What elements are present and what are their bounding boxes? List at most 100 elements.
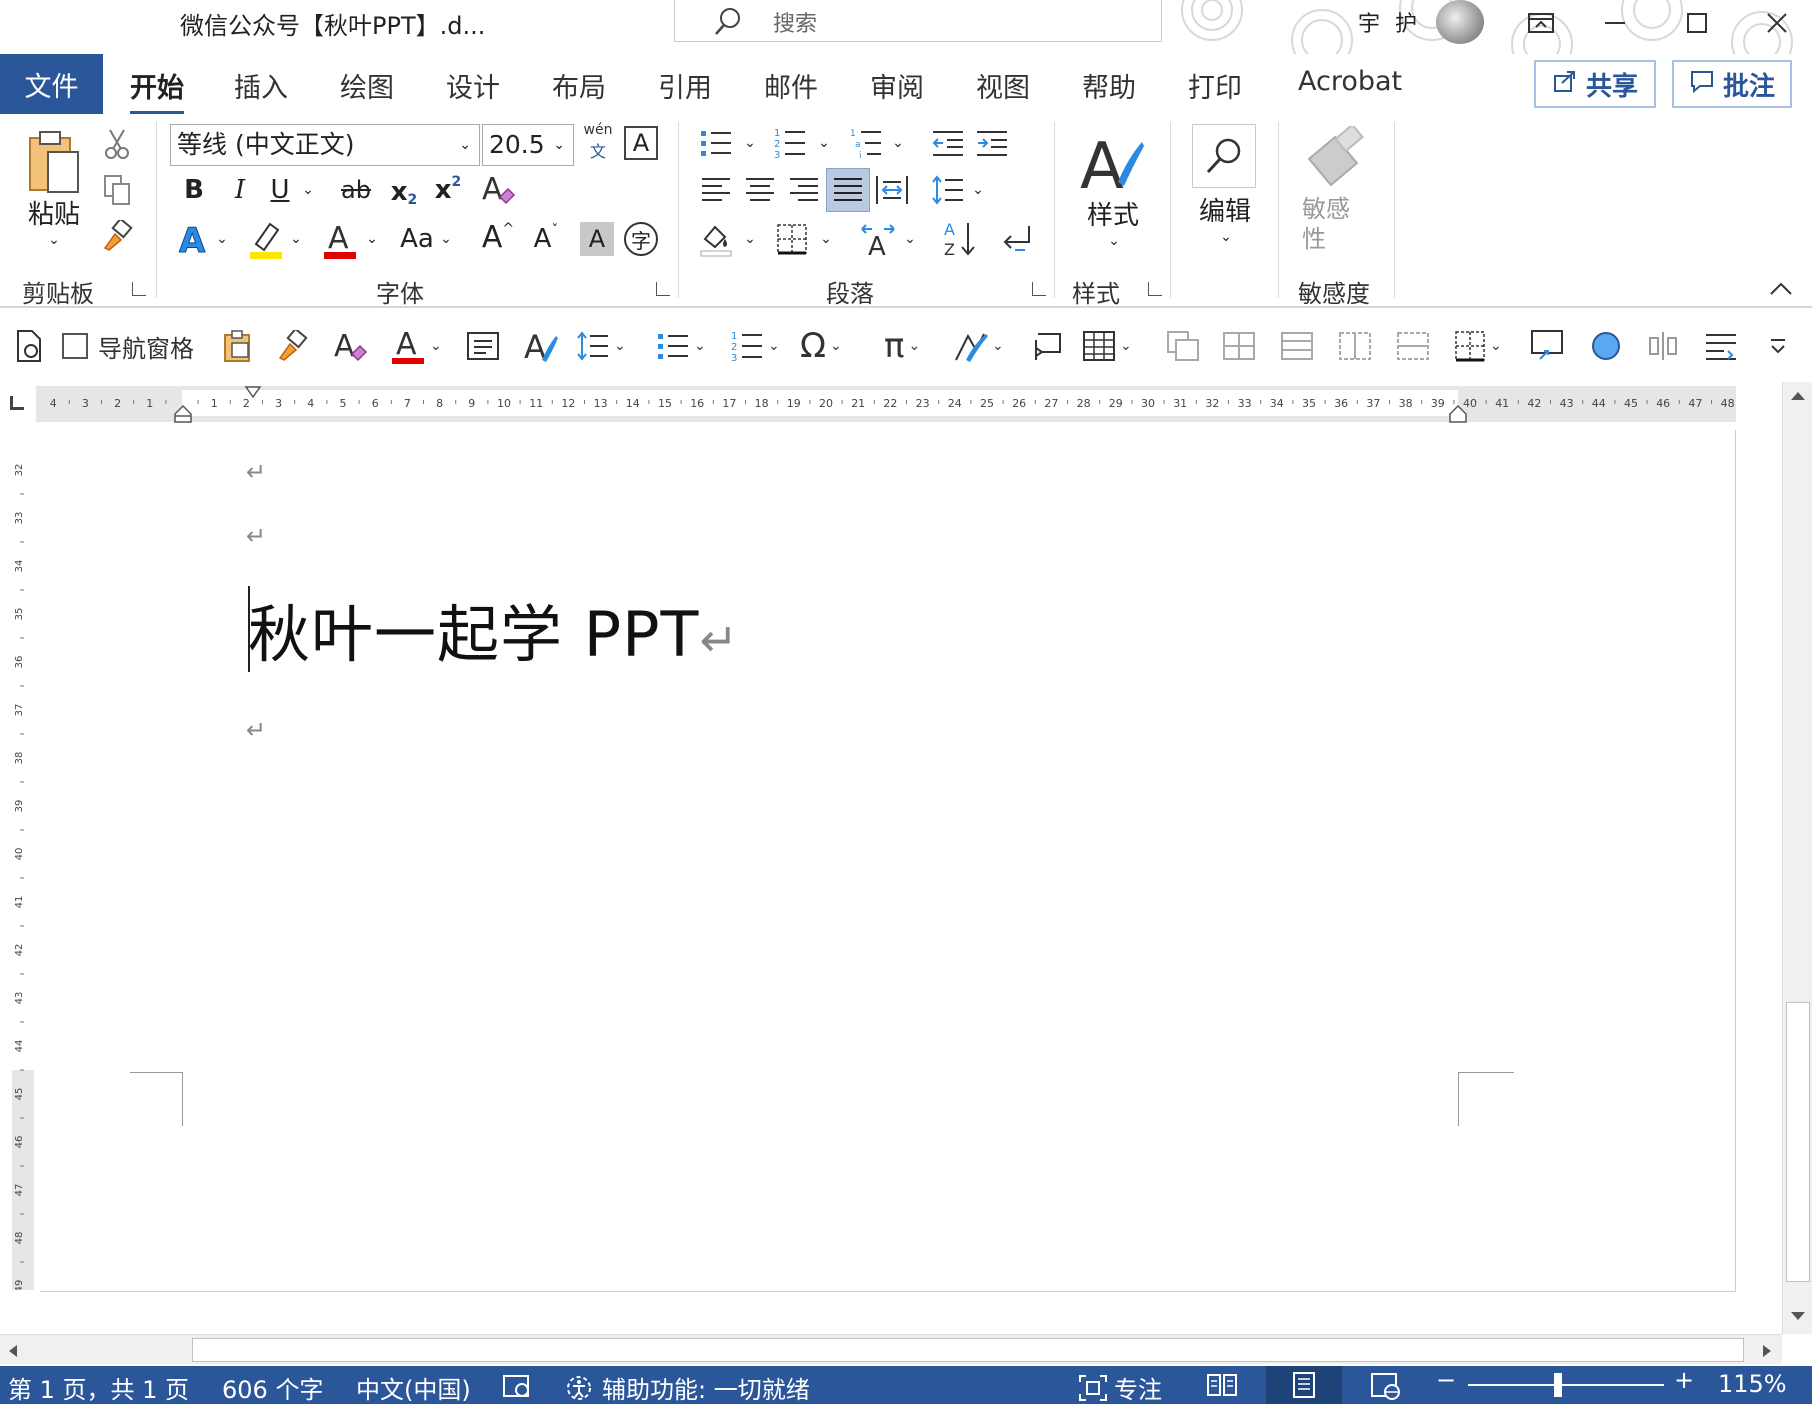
styles-launcher-icon[interactable] xyxy=(1148,282,1162,296)
text-effects-dropdown-icon[interactable]: ⌄ xyxy=(212,218,232,260)
shading-dropdown-icon[interactable]: ⌄ xyxy=(740,218,760,260)
underline-button[interactable]: U xyxy=(264,170,296,210)
enclose-characters-button[interactable]: 字 xyxy=(624,222,658,256)
tab-review[interactable]: 审阅 xyxy=(870,66,924,105)
tab-acrobat[interactable]: Acrobat xyxy=(1298,66,1402,97)
justify-icon[interactable] xyxy=(826,168,870,212)
zoom-out-button[interactable]: − xyxy=(1436,1366,1456,1394)
tab-mailings[interactable]: 邮件 xyxy=(764,66,818,105)
tab-print[interactable]: 打印 xyxy=(1188,66,1242,105)
multilevel-list-icon[interactable]: 1ai xyxy=(846,124,886,162)
align-left-icon[interactable] xyxy=(696,170,736,210)
vertical-ruler[interactable]: 32 33 34 35 36 37 38 39 40 41 42 43 44 45 46 47 48 49 xyxy=(8,430,36,1290)
accessibility-status[interactable]: 辅助功能: 一切就绪 xyxy=(564,1370,810,1404)
borders-dropdown-icon[interactable]: ⌄ xyxy=(816,218,836,260)
right-indent-icon[interactable] xyxy=(1448,404,1468,428)
read-mode-icon[interactable] xyxy=(1206,1372,1238,1404)
grow-font-button[interactable]: A ^ xyxy=(478,216,518,258)
tab-insert[interactable]: 插入 xyxy=(234,66,288,105)
align-center-icon[interactable] xyxy=(740,170,780,210)
word-count[interactable]: 606 个字 xyxy=(222,1370,323,1404)
page-count[interactable]: 第 1 页，共 1 页 xyxy=(8,1370,189,1404)
numbering-icon[interactable]: 123 ⌄ xyxy=(730,328,780,364)
equation-icon[interactable]: π ⌄ xyxy=(884,326,920,366)
document-properties-icon[interactable] xyxy=(14,328,44,364)
align-right-icon[interactable] xyxy=(784,170,824,210)
paragraph-mark[interactable]: ↵ xyxy=(246,716,266,744)
character-border-button[interactable]: A xyxy=(624,126,658,160)
horizontal-scrollbar[interactable] xyxy=(0,1334,1782,1364)
caption-icon[interactable] xyxy=(1032,328,1064,364)
shading-icon[interactable] xyxy=(696,218,736,260)
find-icon[interactable] xyxy=(1192,124,1256,188)
tab-selector-icon[interactable] xyxy=(10,396,24,410)
font-launcher-icon[interactable] xyxy=(656,282,670,296)
scroll-down-icon[interactable] xyxy=(1789,1308,1807,1327)
asian-layout-icon[interactable]: A xyxy=(856,218,900,260)
clear-formatting-icon[interactable]: A xyxy=(478,168,518,210)
nav-pane-checkbox[interactable]: 导航窗格 xyxy=(62,328,194,364)
italic-button[interactable]: I xyxy=(224,170,256,210)
phonetic-guide-button[interactable]: wén 文 xyxy=(578,120,618,164)
symbol-icon[interactable]: Ω ⌄ xyxy=(800,326,842,366)
table-icon[interactable]: ⌄ xyxy=(1082,328,1132,364)
web-layout-icon[interactable] xyxy=(1370,1372,1402,1404)
avatar[interactable] xyxy=(1436,0,1484,44)
scroll-up-icon[interactable] xyxy=(1789,388,1807,407)
borders-icon[interactable] xyxy=(772,218,812,260)
text-wrap-icon[interactable] xyxy=(1704,328,1738,364)
styles-icon[interactable]: A xyxy=(522,328,558,364)
ink-icon[interactable]: ⌄ xyxy=(952,328,1004,364)
change-case-dropdown-icon[interactable]: ⌄ xyxy=(436,218,456,260)
paragraph-launcher-icon[interactable] xyxy=(1032,282,1046,296)
close-button[interactable] xyxy=(1752,4,1802,42)
track-changes-icon[interactable] xyxy=(502,1372,532,1404)
vertical-scroll-thumb[interactable] xyxy=(1786,1002,1810,1282)
text-box-icon[interactable] xyxy=(466,328,500,364)
editing-dropdown-icon[interactable]: ⌄ xyxy=(1212,226,1240,248)
font-name-combo[interactable]: 等线 (中文正文) ⌄ xyxy=(170,124,480,166)
collapse-ribbon-icon[interactable] xyxy=(1764,274,1798,304)
font-color-icon[interactable]: A ⌄ xyxy=(390,327,442,364)
strikethrough-button[interactable]: ab xyxy=(334,170,378,210)
line-spacing-dropdown-icon[interactable]: ⌄ xyxy=(968,170,988,210)
left-indent-icon[interactable] xyxy=(173,404,193,428)
bold-button[interactable]: B xyxy=(178,170,210,210)
format-painter-icon[interactable] xyxy=(100,218,134,254)
focus-button[interactable]: 专注 xyxy=(1078,1370,1162,1404)
multilevel-dropdown-icon[interactable]: ⌄ xyxy=(888,124,908,162)
zoom-slider[interactable] xyxy=(1468,1384,1664,1386)
tab-view[interactable]: 视图 xyxy=(976,66,1030,105)
bullets-icon[interactable] xyxy=(696,124,736,162)
sensitivity-label[interactable]: 敏感性 xyxy=(1302,194,1372,254)
editing-label[interactable]: 编辑 xyxy=(1190,192,1260,227)
shrink-font-button[interactable]: Aˇ xyxy=(526,218,566,260)
line-spacing-icon[interactable]: ⌄ xyxy=(576,328,626,364)
sensitivity-icon[interactable] xyxy=(1306,124,1370,190)
styles-icon[interactable]: A xyxy=(1076,126,1146,200)
bullets-icon[interactable]: ⌄ xyxy=(656,328,706,364)
horizontal-ruler[interactable]: 4 3 2 1 1 2 3 4 5 6 7 8 9 10 11 12 13 14 15 16 17 18 19 20 21 22 2… xyxy=(36,386,1736,423)
paste-dropdown-icon[interactable]: ⌄ xyxy=(40,228,68,252)
tab-help[interactable]: 帮助 xyxy=(1082,66,1136,105)
format-painter-icon[interactable] xyxy=(276,328,308,364)
show-formatting-marks-icon[interactable] xyxy=(996,218,1036,260)
sort-icon[interactable]: AZ xyxy=(940,218,980,260)
tab-references[interactable]: 引用 xyxy=(658,66,712,105)
paragraph-mark[interactable]: ↵ xyxy=(246,458,266,486)
print-layout-icon[interactable] xyxy=(1266,1366,1342,1404)
underline-dropdown-icon[interactable]: ⌄ xyxy=(298,170,318,210)
numbering-dropdown-icon[interactable]: ⌄ xyxy=(814,124,834,162)
tab-layout[interactable]: 布局 xyxy=(552,66,606,105)
ribbon-display-options-button[interactable] xyxy=(1516,4,1566,42)
highlight-color-icon[interactable] xyxy=(246,216,286,262)
font-color-icon[interactable]: A xyxy=(320,216,360,262)
maximize-button[interactable] xyxy=(1672,4,1722,42)
font-size-combo[interactable]: 20.5 ⌄ xyxy=(482,124,574,166)
document-text-line[interactable]: 秋叶一起学 PPT↵ xyxy=(248,584,739,674)
tab-file[interactable]: 文件 xyxy=(0,54,103,114)
clear-formatting-icon[interactable]: A xyxy=(332,328,368,364)
paste-icon[interactable] xyxy=(22,128,86,198)
text-effects-icon[interactable]: A xyxy=(174,218,214,260)
customize-toolbar-icon[interactable] xyxy=(1768,328,1788,364)
